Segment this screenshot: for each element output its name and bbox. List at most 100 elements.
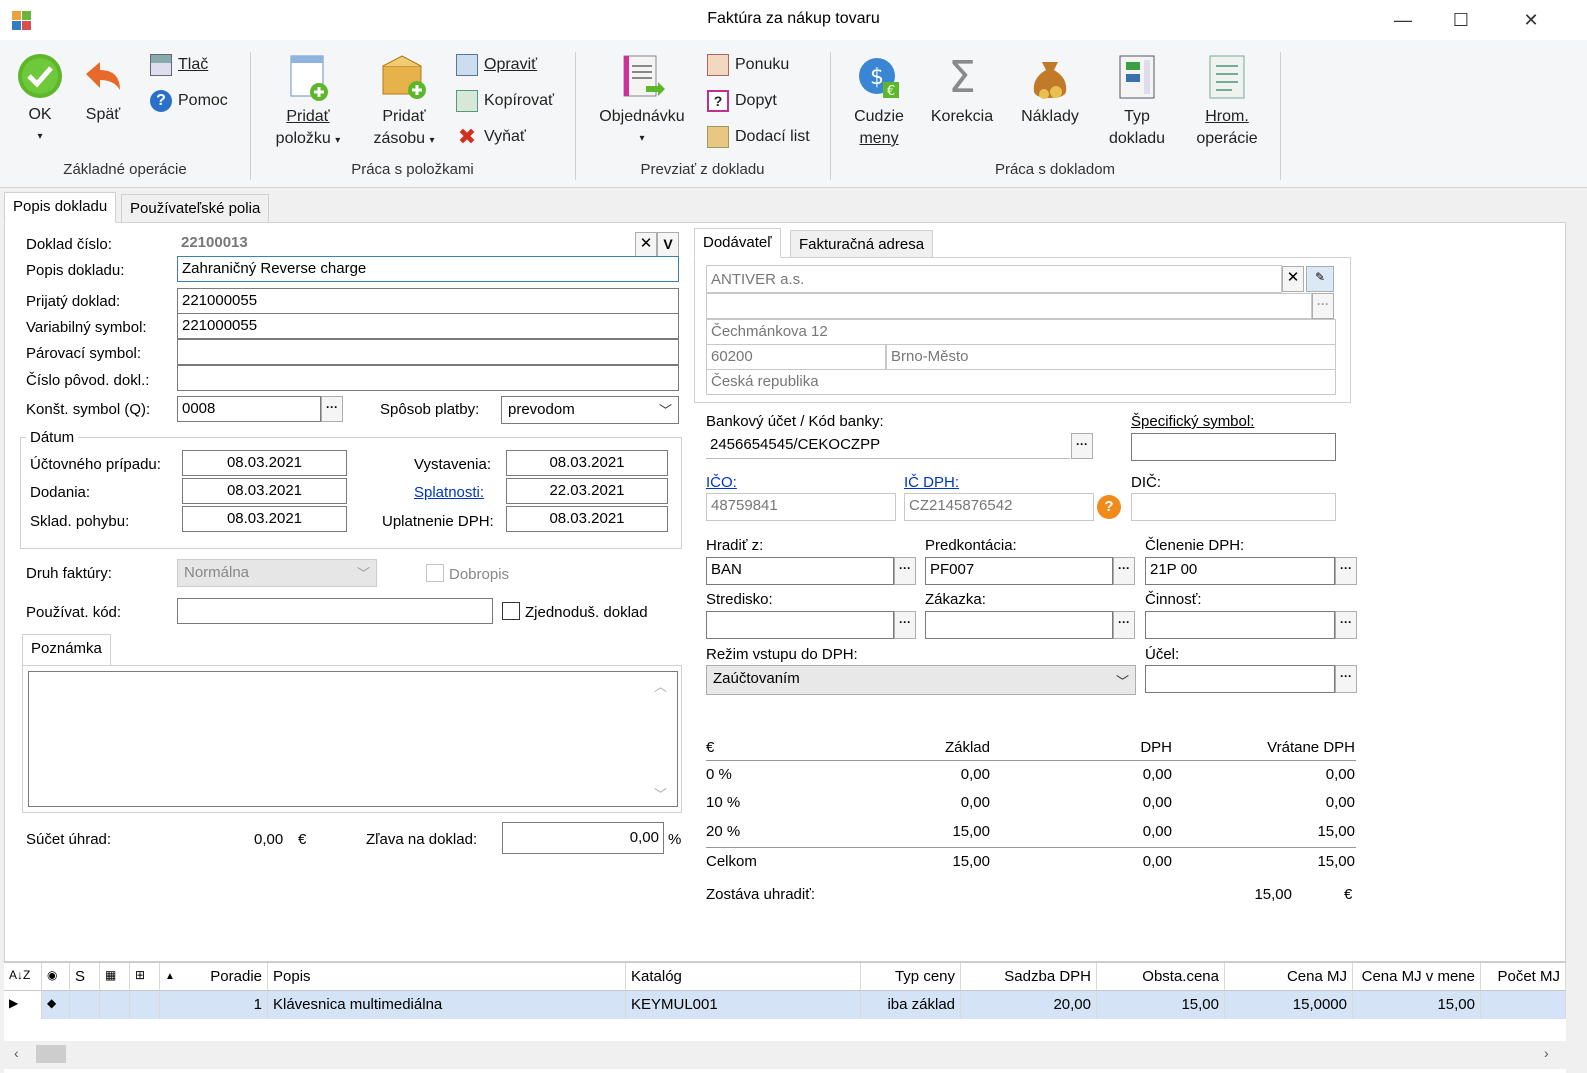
status-column-icon[interactable]: ◉ — [42, 963, 70, 991]
bank-account-field[interactable]: 2456654545/CEKOCZPP — [706, 433, 1070, 459]
ok-button[interactable]: OK ▾ — [14, 52, 66, 148]
correction-button[interactable]: Σ Korekcia — [924, 52, 1000, 128]
check-v-icon[interactable]: V — [657, 232, 679, 258]
doc-desc-field[interactable]: Zahraničný Reverse charge — [177, 256, 679, 282]
tree-icon[interactable]: ⊞ — [130, 963, 160, 991]
table-row-description[interactable]: Klávesnica multimediálna — [268, 991, 626, 1019]
date-issue-field[interactable]: 08.03.2021 — [506, 450, 668, 476]
purpose-field[interactable] — [1145, 665, 1335, 693]
delivery-note-button[interactable]: Dodací list — [707, 124, 810, 150]
calculator-icon[interactable]: ▦ — [100, 963, 130, 991]
dic-field[interactable] — [1131, 493, 1336, 521]
vat-mode-select[interactable]: Zaúčtovaním ﹀ — [706, 665, 1136, 695]
cost-center-field[interactable] — [706, 611, 894, 639]
tab-user-fields[interactable]: Používateľské polia — [121, 194, 270, 224]
date-due-link[interactable]: Splatnosti: — [414, 484, 484, 501]
print-button[interactable]: Tlač — [150, 52, 208, 78]
table-row-quantity[interactable] — [1481, 991, 1566, 1019]
table-row-purchase-price[interactable]: 15,00 — [1097, 991, 1225, 1019]
date-due-field[interactable]: 22.03.2021 — [506, 478, 668, 504]
supplier-zip-field[interactable]: 60200 — [706, 344, 886, 370]
costs-button[interactable]: Náklady — [1012, 52, 1088, 128]
const-symbol-lookup-button[interactable]: ··· — [321, 396, 343, 422]
activity-field[interactable] — [1145, 611, 1335, 639]
contract-lookup-button[interactable]: ··· — [1113, 611, 1135, 639]
variable-symbol-field[interactable]: 221000055 — [177, 313, 679, 339]
cost-center-lookup-button[interactable]: ··· — [894, 611, 916, 639]
date-stock-field[interactable]: 08.03.2021 — [182, 506, 347, 532]
column-purchase-price[interactable]: Obsta.cena — [1097, 963, 1225, 991]
specific-symbol-field[interactable] — [1131, 433, 1336, 461]
order-button[interactable]: Objednávku ▾ — [594, 52, 690, 150]
invoice-kind-select[interactable]: Normálna ﹀ — [177, 559, 377, 587]
purpose-lookup-button[interactable]: ··· — [1335, 665, 1357, 693]
activity-lookup-button[interactable]: ··· — [1335, 611, 1357, 639]
add-stock-button[interactable]: Pridať zásobu ▾ — [364, 52, 444, 152]
bank-account-lookup-button[interactable]: ··· — [1071, 433, 1093, 459]
table-row-tree[interactable] — [130, 991, 160, 1019]
orig-doc-field[interactable] — [177, 365, 679, 391]
precontation-lookup-button[interactable]: ··· — [1113, 557, 1135, 585]
column-vat-rate[interactable]: Sadzba DPH — [961, 963, 1097, 991]
column-catalog[interactable]: Katalóg — [626, 963, 861, 991]
edit-button[interactable]: Opraviť — [456, 52, 537, 78]
table-row-price-type[interactable]: iba základ — [861, 991, 961, 1019]
const-symbol-field[interactable]: 0008 — [177, 396, 321, 422]
offer-button[interactable]: Ponuku — [707, 52, 789, 78]
pay-from-field[interactable]: BAN — [706, 557, 894, 585]
column-price-type[interactable]: Typ ceny — [861, 963, 961, 991]
date-vat-field[interactable]: 08.03.2021 — [506, 506, 668, 532]
tab-note[interactable]: Poznámka — [22, 634, 111, 666]
contract-field[interactable] — [925, 611, 1113, 639]
clear-x-icon[interactable]: ✕ — [1282, 266, 1304, 292]
scroll-left-icon[interactable]: ‹ — [14, 1045, 19, 1061]
table-row-vat-rate[interactable]: 20,00 — [961, 991, 1097, 1019]
tab-description[interactable]: Popis dokladu — [4, 192, 117, 223]
scroll-right-icon[interactable]: › — [1544, 1045, 1549, 1061]
column-s[interactable]: S — [70, 963, 100, 991]
scroll-down-icon[interactable]: ﹀ — [654, 784, 667, 803]
ico-link[interactable]: IČO: — [706, 474, 737, 491]
user-code-field[interactable] — [177, 598, 493, 624]
vat-split-field[interactable]: 21P 00 — [1145, 557, 1335, 585]
add-item-button[interactable]: Pridať položku ▾ — [268, 52, 348, 152]
supplier-name-field[interactable]: ANTIVER a.s. — [706, 265, 1282, 293]
sort-icon[interactable]: A↓Z — [4, 963, 42, 991]
edit-supplier-icon[interactable]: ✎ — [1306, 266, 1334, 292]
column-order[interactable]: ▲ Poradie — [160, 963, 268, 991]
doc-number-field[interactable]: 22100013 — [177, 231, 633, 257]
close-button[interactable]: ✕ — [1506, 0, 1556, 40]
clear-x-icon[interactable]: ✕ — [635, 232, 657, 258]
supplier-name2-field[interactable] — [706, 293, 1312, 319]
table-row-order[interactable]: 1 — [160, 991, 268, 1019]
supplier-country-field[interactable]: Česká republika — [706, 369, 1336, 395]
column-unit-price-currency[interactable]: Cena MJ v mene — [1353, 963, 1481, 991]
inquiry-button[interactable]: ? Dopyt — [707, 88, 777, 114]
table-row-unit-price[interactable]: 15,0000 — [1225, 991, 1353, 1019]
table-row-unit-price-currency[interactable]: 15,00 — [1353, 991, 1481, 1019]
tab-supplier[interactable]: Dodávateľ — [694, 228, 781, 258]
precontation-field[interactable]: PF007 — [925, 557, 1113, 585]
date-case-field[interactable]: 08.03.2021 — [182, 450, 347, 476]
pairing-symbol-field[interactable] — [177, 339, 679, 365]
tab-invoice-address[interactable]: Fakturačná adresa — [790, 230, 934, 258]
table-row-catalog[interactable]: KEYMUL001 — [626, 991, 861, 1019]
discount-field[interactable]: 0,00 — [502, 822, 664, 854]
date-delivery-field[interactable]: 08.03.2021 — [182, 478, 347, 504]
pay-from-lookup-button[interactable]: ··· — [894, 557, 916, 585]
bulk-operations-button[interactable]: Hrom. operácie — [1186, 52, 1268, 150]
table-row-s[interactable] — [70, 991, 100, 1019]
column-unit-price[interactable]: Cena MJ — [1225, 963, 1353, 991]
cut-button[interactable]: ✖ Vyňať — [456, 124, 526, 150]
back-button[interactable]: Späť — [78, 52, 128, 126]
icdph-link[interactable]: IČ DPH: — [904, 474, 959, 491]
column-description[interactable]: Popis — [268, 963, 626, 991]
column-quantity[interactable]: Počet MJ — [1481, 963, 1566, 991]
doc-type-button[interactable]: Typ dokladu — [1104, 52, 1170, 150]
horizontal-scrollbar[interactable]: ‹ › — [4, 1041, 1566, 1069]
copy-button[interactable]: Kopírovať — [456, 88, 554, 114]
minimize-button[interactable]: — — [1378, 0, 1428, 40]
foreign-currency-button[interactable]: $ € Cudzie meny — [844, 52, 914, 150]
payment-method-select[interactable]: prevodom ﹀ — [501, 396, 679, 424]
received-doc-field[interactable]: 221000055 — [177, 288, 679, 314]
